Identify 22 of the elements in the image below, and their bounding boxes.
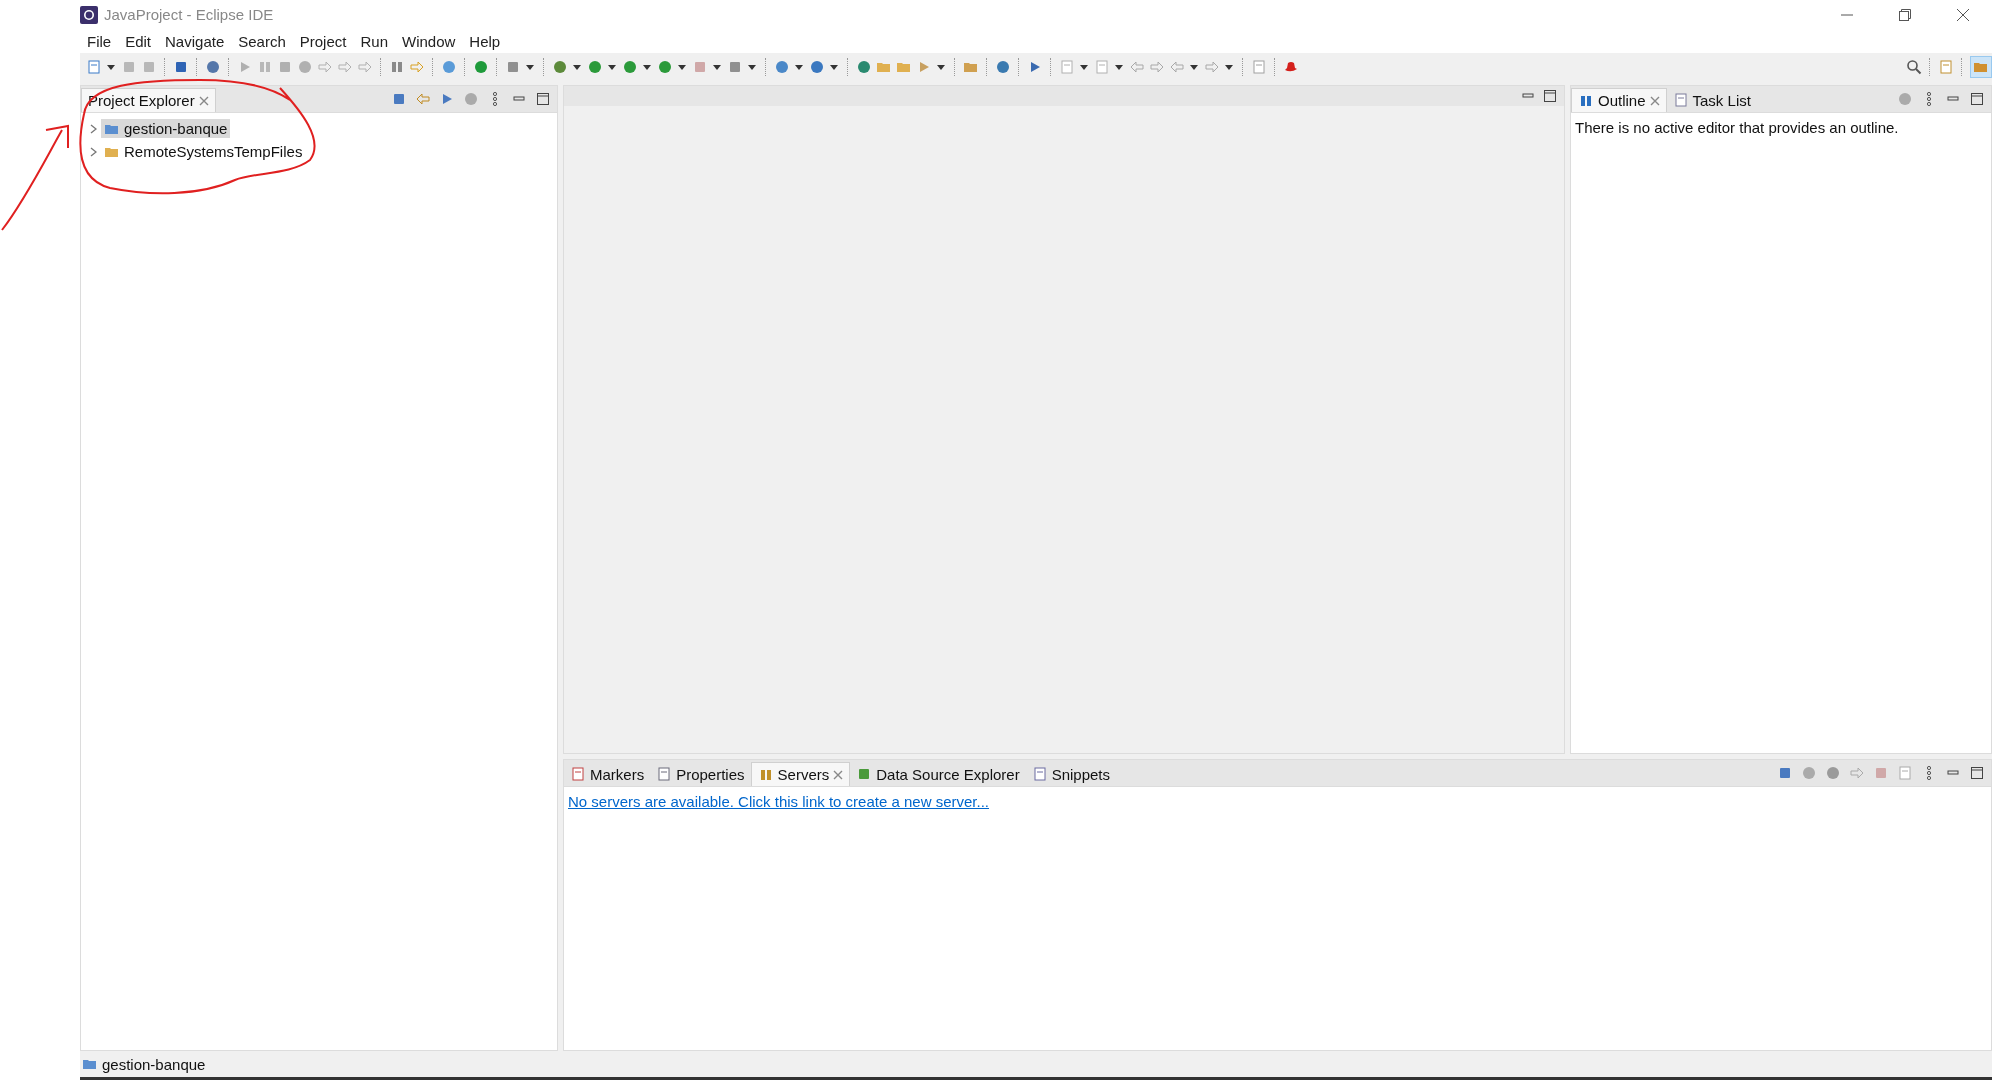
tree-item[interactable]: gestion-banque [101,119,231,138]
menu-item[interactable]: File [80,32,119,50]
menu-item[interactable]: Help [462,32,508,50]
view-tab[interactable]: Servers [750,762,851,786]
menu-item[interactable]: Navigate [158,32,232,50]
menu-item[interactable]: Run [353,32,395,50]
view-tab[interactable]: Data Source Explorer [850,762,1026,786]
tree-item[interactable]: RemoteSystemsTempFiles [101,142,306,161]
menu-item[interactable]: Search [231,32,293,50]
outline-message: There is no active editor that provides an outline. [1574,118,1900,138]
view-tab[interactable]: Project Explorer [81,88,216,112]
view-tab[interactable]: Task List [1666,88,1757,112]
create-server-link[interactable]: No servers are available. Click this link to create a new server... [568,793,989,810]
status-text: gestion-banque [102,1055,206,1073]
view-tab[interactable]: Snippets [1025,762,1116,786]
view-tab[interactable]: Properties [650,762,751,786]
view-tab[interactable]: Outline [1571,88,1667,112]
window-title: JavaProject - Eclipse IDE [104,6,275,23]
menu-item[interactable]: Window [395,32,463,50]
menu-item[interactable]: Project [292,32,354,50]
view-tab[interactable]: Markers [564,762,651,786]
menu-item[interactable]: Edit [118,32,159,50]
